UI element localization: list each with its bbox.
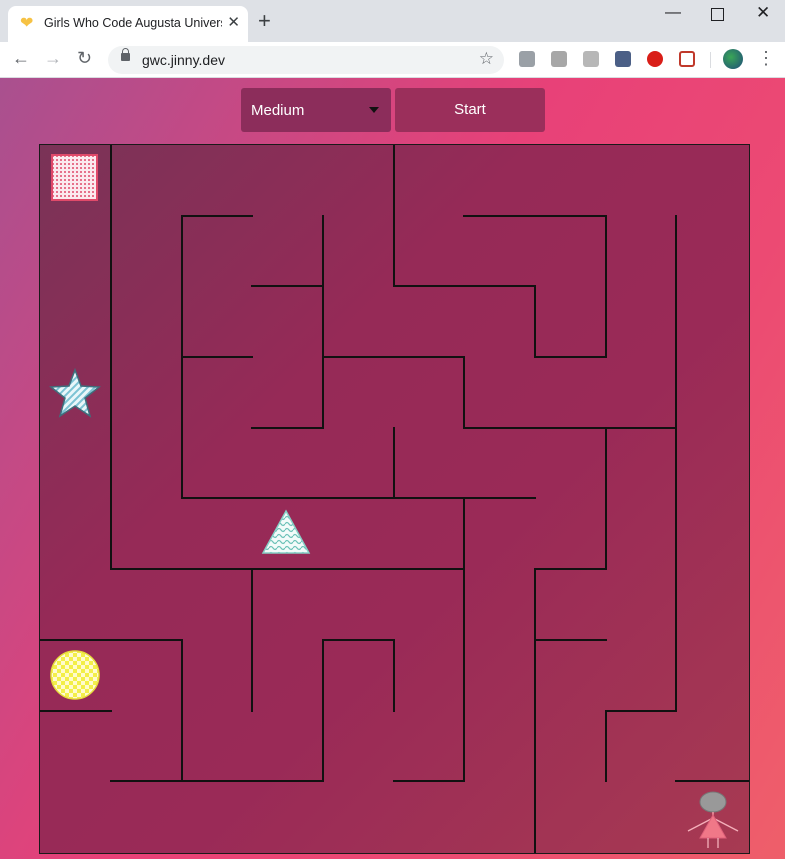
lock-icon <box>121 48 130 61</box>
heart-favicon-icon: ❤ <box>20 15 34 32</box>
window-close-icon[interactable]: ✕ <box>756 4 770 22</box>
forward-arrow-icon[interactable]: → <box>44 48 62 68</box>
extension-icon[interactable] <box>519 51 535 67</box>
game-page: Medium Start <box>0 78 785 859</box>
tab-title: Girls Who Code Augusta University <box>44 16 222 30</box>
checkered-circle-icon[interactable] <box>49 649 101 701</box>
bookmark-star-icon[interactable]: ☆ <box>479 49 494 69</box>
kebab-menu-icon[interactable]: ⋮ <box>757 48 775 68</box>
toolbar-divider <box>710 52 711 68</box>
profile-avatar[interactable] <box>723 49 743 69</box>
tab-close-icon[interactable]: ✕ <box>227 14 240 32</box>
caret-down-icon <box>369 107 379 113</box>
checkered-square-icon[interactable] <box>51 154 98 201</box>
wavy-triangle-icon[interactable] <box>261 509 311 555</box>
pdf-extension-icon[interactable] <box>551 51 567 67</box>
reload-icon[interactable]: ↻ <box>77 48 92 68</box>
start-button[interactable]: Start <box>395 88 545 132</box>
new-tab-button[interactable]: + <box>258 10 271 32</box>
girl-figure-icon[interactable] <box>686 791 742 849</box>
maximize-icon[interactable] <box>711 8 724 21</box>
difficulty-value: Medium <box>251 102 305 119</box>
adblock-extension-icon[interactable] <box>647 51 663 67</box>
browser-titlebar: ❤ Girls Who Code Augusta University ✕ + … <box>0 0 785 42</box>
browser-toolbar: ← → ↻ gwc.jinny.dev ☆ ⋮ <box>0 42 785 78</box>
maze-walls <box>40 145 749 853</box>
browser-tab[interactable]: ❤ Girls Who Code Augusta University ✕ <box>8 6 248 42</box>
puzzle-extension-icon[interactable] <box>615 51 631 67</box>
minimize-icon[interactable]: — <box>665 4 681 22</box>
address-bar[interactable]: gwc.jinny.dev ☆ <box>108 46 504 74</box>
back-arrow-icon[interactable]: ← <box>12 48 30 68</box>
clipboard-extension-icon[interactable] <box>583 51 599 67</box>
save-extension-icon[interactable] <box>679 51 695 67</box>
url-text[interactable]: gwc.jinny.dev <box>142 52 225 68</box>
striped-star-icon[interactable] <box>49 368 101 418</box>
difficulty-select[interactable]: Medium <box>241 88 391 132</box>
maze-board <box>39 144 750 854</box>
